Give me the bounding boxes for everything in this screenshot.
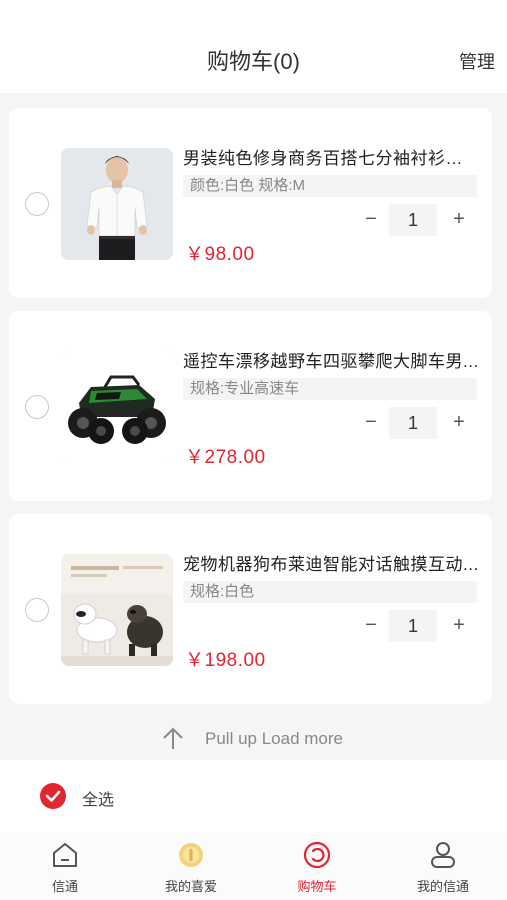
product-price: ￥98.00 [185,244,255,265]
checkmark-icon [45,790,61,802]
item-select-radio[interactable] [25,598,49,622]
quantity-stepper: − 1 + [353,407,473,439]
item-select-radio[interactable] [25,395,49,419]
quantity-input[interactable]: 1 [389,204,437,236]
favorite-coin-icon [179,843,203,867]
load-more-indicator: Pull up Load more [0,724,507,754]
product-image-shirt[interactable] [61,148,173,260]
quantity-input[interactable]: 1 [389,610,437,642]
product-image-robot-dog[interactable] [61,554,173,666]
tab-label: 信通 [51,879,78,894]
decrease-button[interactable]: − [357,407,385,439]
product-price: ￥198.00 [185,650,266,671]
decrease-button[interactable]: − [357,610,385,642]
product-name[interactable]: 遥控车漂移越野车四驱攀爬大脚车男... [183,347,479,372]
increase-button[interactable]: + [445,610,473,642]
load-more-text: Pull up Load more [205,729,343,748]
decrease-button[interactable]: − [357,204,385,236]
cart-item: 宠物机器狗布莱迪智能对话触摸互动... 规格:白色 − 1 + ￥198.00 [9,514,492,704]
tab-home[interactable]: 信通 [2,832,128,900]
quantity-stepper: − 1 + [353,610,473,642]
rc-car-photo [61,351,173,463]
robot-dog-photo [61,554,173,666]
page-title: 购物车(0) [207,49,300,74]
product-image-rc-car[interactable] [61,351,173,463]
quantity-input[interactable]: 1 [389,407,437,439]
cart-item: 遥控车漂移越野车四驱攀爬大脚车男... 规格:专业高速车 − 1 + ￥278.… [9,311,492,501]
product-spec[interactable]: 规格:专业高速车 [183,378,477,400]
tab-label: 我的喜爱 [164,879,217,894]
item-select-radio[interactable] [25,192,49,216]
tab-label: 我的信通 [416,879,469,894]
user-icon [431,842,455,868]
product-name[interactable]: 男装纯色修身商务百搭七分袖衬衫衣男 [183,144,479,169]
bottom-tab-bar: 信通 我的喜爱 购物车 我的信通 [0,832,507,900]
increase-button[interactable]: + [445,204,473,236]
shirt-model-photo [61,148,173,260]
manage-button[interactable]: 管理 [459,48,495,74]
tab-cart[interactable]: 购物车 [254,832,380,900]
top-bar: 购物车(0) 管理 [0,0,507,93]
cart-item: 男装纯色修身商务百搭七分袖衬衫衣男 颜色:白色 规格:M − 1 + ￥98.0… [9,108,492,298]
select-all-checkbox[interactable] [40,783,66,809]
cart-icon [303,841,331,869]
product-spec[interactable]: 颜色:白色 规格:M [183,175,477,197]
select-all-label[interactable]: 全选 [82,786,114,810]
quantity-stepper: − 1 + [353,204,473,236]
tab-profile[interactable]: 我的信通 [380,832,506,900]
increase-button[interactable]: + [445,407,473,439]
tab-label: 购物车 [297,879,337,894]
home-icon [53,843,77,867]
product-price: ￥278.00 [185,447,266,468]
arrow-up-icon [163,727,183,749]
product-spec[interactable]: 规格:白色 [183,581,477,603]
tab-favorites[interactable]: 我的喜爱 [128,832,254,900]
select-all-bar: 全选 [0,760,507,832]
product-name[interactable]: 宠物机器狗布莱迪智能对话触摸互动... [183,550,479,575]
